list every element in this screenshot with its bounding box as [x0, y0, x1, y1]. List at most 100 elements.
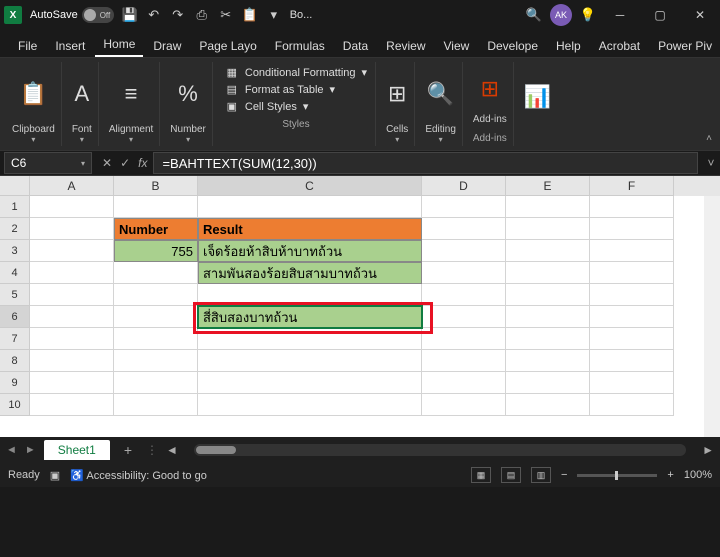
clipboard-group: 📋 Clipboard▾ — [6, 62, 62, 146]
cell-b3[interactable]: 755 — [114, 240, 198, 262]
tab-acrobat[interactable]: Acrobat — [591, 35, 648, 57]
col-header-f[interactable]: F — [590, 176, 674, 196]
number-icon[interactable]: % — [178, 81, 198, 107]
row-header[interactable]: 7 — [0, 328, 30, 350]
tab-formulas[interactable]: Formulas — [267, 35, 333, 57]
cell-c6[interactable]: สี่สิบสองบาทถ้วน — [198, 306, 422, 328]
number-group: % Number▾ — [164, 62, 213, 146]
clipboard-icon[interactable]: 📋 — [20, 81, 47, 107]
fx-icon[interactable]: fx — [138, 156, 147, 170]
macro-record-icon[interactable]: ▣ — [50, 469, 60, 482]
row-header[interactable]: 6 — [0, 306, 30, 328]
row-header[interactable]: 8 — [0, 350, 30, 372]
status-ready: Ready — [8, 469, 40, 481]
formula-bar: C6▾ ✕ ✓ fx =BAHTTEXT(SUM(12,30)) ˅ — [0, 150, 720, 176]
tab-powerpivot[interactable]: Power Piv — [650, 35, 720, 57]
enter-formula-icon[interactable]: ✓ — [120, 156, 130, 170]
col-header-e[interactable]: E — [506, 176, 590, 196]
col-header-c[interactable]: C — [198, 176, 422, 196]
expand-formula-bar-icon[interactable]: ˅ — [702, 156, 720, 170]
close-button[interactable]: ✕ — [684, 0, 716, 30]
tab-home[interactable]: Home — [95, 33, 143, 57]
row-header[interactable]: 5 — [0, 284, 30, 306]
user-avatar[interactable]: AK — [550, 4, 572, 26]
cell-styles-button[interactable]: ▣Cell Styles ▾ — [225, 100, 367, 113]
tab-help[interactable]: Help — [548, 35, 589, 57]
cancel-formula-icon[interactable]: ✕ — [102, 156, 112, 170]
styles-group: ▦Conditional Formatting ▾ ▤Format as Tab… — [217, 62, 376, 146]
zoom-slider[interactable] — [577, 474, 657, 477]
search-icon[interactable]: 🔍 — [526, 7, 542, 23]
col-header-d[interactable]: D — [422, 176, 506, 196]
cell-c3[interactable]: เจ็ดร้อยห้าสิบห้าบาทถ้วน — [198, 240, 422, 262]
alignment-group: ≡ Alignment▾ — [103, 62, 160, 146]
tab-review[interactable]: Review — [378, 35, 433, 57]
font-group: A Font▾ — [66, 62, 99, 146]
page-layout-view-button[interactable]: ▤ — [501, 467, 521, 483]
cell-b2[interactable]: Number — [114, 218, 198, 240]
zoom-out-button[interactable]: − — [561, 469, 567, 481]
sheet-nav-prev-icon[interactable]: ◄ — [6, 444, 17, 456]
add-sheet-button[interactable]: + — [118, 442, 138, 458]
addins-group: ⊞ Add-ins Add-ins — [467, 62, 514, 146]
zoom-level[interactable]: 100% — [684, 469, 712, 481]
alignment-icon[interactable]: ≡ — [125, 81, 138, 107]
tab-draw[interactable]: Draw — [145, 35, 189, 57]
accessibility-status[interactable]: ♿ Accessibility: Good to go — [70, 469, 207, 482]
analyze-group: 📊 — [518, 62, 557, 146]
sheet-nav-next-icon[interactable]: ► — [25, 444, 36, 456]
horizontal-scrollbar[interactable] — [194, 444, 686, 456]
maximize-button[interactable]: ▢ — [644, 0, 676, 30]
col-header-a[interactable]: A — [30, 176, 114, 196]
cell-c2[interactable]: Result — [198, 218, 422, 240]
minimize-button[interactable]: ─ — [604, 0, 636, 30]
autosave-label: AutoSave — [30, 9, 78, 21]
font-icon[interactable]: A — [74, 81, 89, 107]
tab-data[interactable]: Data — [335, 35, 376, 57]
row-header[interactable]: 10 — [0, 394, 30, 416]
undo-icon[interactable]: ↶ — [146, 7, 162, 23]
qat-more-icon[interactable]: ▾ — [266, 7, 282, 23]
cells-group: ⊞ Cells▾ — [380, 62, 415, 146]
paste-icon[interactable]: 📋 — [242, 7, 258, 23]
row-header[interactable]: 9 — [0, 372, 30, 394]
cells-icon[interactable]: ⊞ — [388, 81, 406, 107]
editing-icon[interactable]: 🔍 — [427, 81, 454, 107]
tab-insert[interactable]: Insert — [47, 35, 93, 57]
vertical-scrollbar[interactable] — [704, 196, 720, 437]
format-as-table-button[interactable]: ▤Format as Table ▾ — [225, 83, 367, 96]
addins-icon[interactable]: ⊞ — [481, 76, 499, 102]
toggle-switch[interactable]: Off — [82, 7, 114, 23]
status-bar: Ready ▣ ♿ Accessibility: Good to go ▦ ▤ … — [0, 463, 720, 487]
title-bar: X AutoSave Off 💾 ↶ ↷ ⎙ ✂ 📋 ▾ Bo... 🔍 AK … — [0, 0, 720, 30]
page-break-view-button[interactable]: ▥ — [531, 467, 551, 483]
row-header[interactable]: 1 — [0, 196, 30, 218]
zoom-in-button[interactable]: + — [667, 469, 673, 481]
autosave-toggle[interactable]: AutoSave Off — [30, 7, 114, 23]
tab-page-layout[interactable]: Page Layo — [191, 35, 264, 57]
print-icon[interactable]: ⎙ — [194, 7, 210, 23]
name-box[interactable]: C6▾ — [4, 152, 92, 174]
formula-input[interactable]: =BAHTTEXT(SUM(12,30)) — [153, 152, 698, 174]
cell-c4[interactable]: สามพันสองร้อยสิบสามบาทถ้วน — [198, 262, 422, 284]
ribbon: 📋 Clipboard▾ A Font▾ ≡ Alignment▾ % Numb… — [0, 58, 720, 150]
tab-developer[interactable]: Develope — [479, 35, 546, 57]
save-icon[interactable]: 💾 — [122, 7, 138, 23]
row-header[interactable]: 2 — [0, 218, 30, 240]
lightbulb-icon[interactable]: 💡 — [580, 7, 596, 23]
cut-icon[interactable]: ✂ — [218, 7, 234, 23]
normal-view-button[interactable]: ▦ — [471, 467, 491, 483]
analyze-icon[interactable]: 📊 — [524, 84, 551, 110]
excel-icon: X — [4, 6, 22, 24]
sheet-tab-active[interactable]: Sheet1 — [44, 440, 110, 460]
row-header[interactable]: 4 — [0, 262, 30, 284]
conditional-formatting-button[interactable]: ▦Conditional Formatting ▾ — [225, 66, 367, 79]
tab-view[interactable]: View — [436, 35, 478, 57]
redo-icon[interactable]: ↷ — [170, 7, 186, 23]
tab-file[interactable]: File — [10, 35, 45, 57]
collapse-ribbon-icon[interactable]: ˄ — [706, 133, 712, 144]
select-all-corner[interactable] — [0, 176, 30, 196]
row-header[interactable]: 3 — [0, 240, 30, 262]
spreadsheet-grid[interactable]: A B C D E F 1 2 NumberResult 3 755เจ็ดร้อย… — [0, 176, 720, 437]
col-header-b[interactable]: B — [114, 176, 198, 196]
